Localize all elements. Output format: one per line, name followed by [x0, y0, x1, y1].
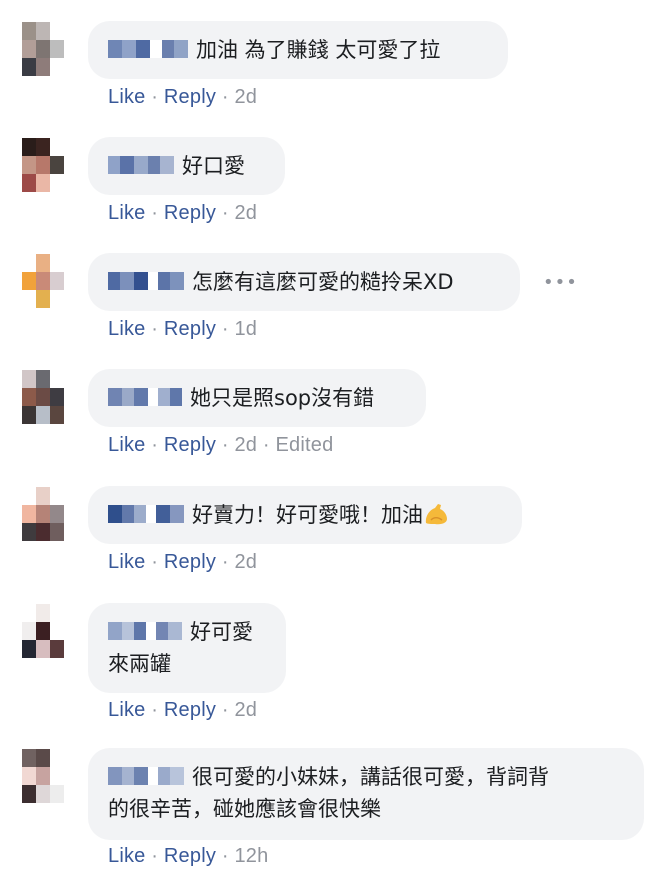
reply-link[interactable]: Reply	[164, 86, 216, 108]
comment-bubble: 很可愛的小妹妹，講話很可愛，背詞背 的很辛苦，碰她應該會很快樂	[88, 748, 644, 840]
timestamp[interactable]: 2d	[234, 202, 257, 224]
comment-text: 好口愛	[182, 154, 245, 178]
avatar[interactable]	[22, 254, 64, 308]
commenter-name[interactable]	[108, 622, 182, 640]
avatar[interactable]	[22, 749, 64, 803]
avatar[interactable]	[22, 138, 64, 192]
timestamp[interactable]: 2d	[234, 699, 257, 721]
avatar[interactable]	[22, 22, 64, 76]
like-link[interactable]: Like	[108, 318, 146, 340]
commenter-name[interactable]	[108, 40, 188, 58]
commenter-name[interactable]	[108, 767, 184, 785]
comment-text: 很可愛的小妹妹，講話很可愛，背詞背	[192, 765, 549, 789]
timestamp[interactable]: 12h	[234, 845, 268, 867]
timestamp[interactable]: 1d	[234, 318, 257, 340]
comment-actions: Like · Reply · 1d	[108, 318, 258, 340]
comment-actions: Like · Reply · 2d	[108, 699, 258, 721]
commenter-name[interactable]	[108, 156, 174, 174]
comment-bubble: 加油 為了賺錢 太可愛了拉	[88, 21, 508, 79]
reply-link[interactable]: Reply	[164, 434, 216, 456]
like-link[interactable]: Like	[108, 86, 146, 108]
like-link[interactable]: Like	[108, 434, 146, 456]
comment-text: 怎麼有這麼可愛的糙拎呆XD	[192, 270, 454, 294]
like-link[interactable]: Like	[108, 551, 146, 573]
comment-text-line-2: 的很辛苦，碰她應該會很快樂	[108, 797, 381, 821]
commenter-name[interactable]	[108, 388, 182, 406]
comment-text: 加油 為了賺錢 太可愛了拉	[196, 38, 441, 62]
reply-link[interactable]: Reply	[164, 551, 216, 573]
timestamp[interactable]: 2d	[234, 551, 257, 573]
commenter-name[interactable]	[108, 272, 184, 290]
reply-link[interactable]: Reply	[164, 845, 216, 867]
reply-link[interactable]: Reply	[164, 699, 216, 721]
comment-text: 好賣力！好可愛哦！加油	[192, 503, 423, 527]
comment-bubble: 好賣力！好可愛哦！加油	[88, 486, 522, 544]
comment-actions: Like · Reply · 2d · Edited	[108, 434, 334, 456]
comment-actions: Like · Reply · 2d	[108, 551, 258, 573]
comment-text: 她只是照sop沒有錯	[190, 386, 375, 410]
timestamp[interactable]: 2d	[234, 86, 257, 108]
comment-text: 好可愛	[190, 620, 253, 644]
timestamp[interactable]: 2d	[234, 434, 257, 456]
avatar[interactable]	[22, 487, 64, 541]
reply-link[interactable]: Reply	[164, 202, 216, 224]
avatar[interactable]	[22, 370, 64, 424]
comment-text-line-2: 來兩罐	[108, 652, 171, 676]
comment-bubble: 怎麼有這麼可愛的糙拎呆XD	[88, 253, 520, 311]
like-link[interactable]: Like	[108, 202, 146, 224]
like-link[interactable]: Like	[108, 699, 146, 721]
reply-link[interactable]: Reply	[164, 318, 216, 340]
comment-bubble: 好可愛 來兩罐	[88, 603, 286, 693]
comment-bubble: 好口愛	[88, 137, 285, 195]
like-link[interactable]: Like	[108, 845, 146, 867]
comment-bubble: 她只是照sop沒有錯	[88, 369, 426, 427]
flexed-biceps-icon	[423, 502, 449, 526]
more-options-icon[interactable]: •••	[543, 272, 578, 293]
comment-actions: Like · Reply · 2d	[108, 202, 258, 224]
comment-actions: Like · Reply · 12h	[108, 845, 269, 867]
comment-actions: Like · Reply · 2d	[108, 86, 258, 108]
commenter-name[interactable]	[108, 505, 184, 523]
edited-label[interactable]: Edited	[276, 434, 334, 456]
avatar[interactable]	[22, 604, 64, 658]
